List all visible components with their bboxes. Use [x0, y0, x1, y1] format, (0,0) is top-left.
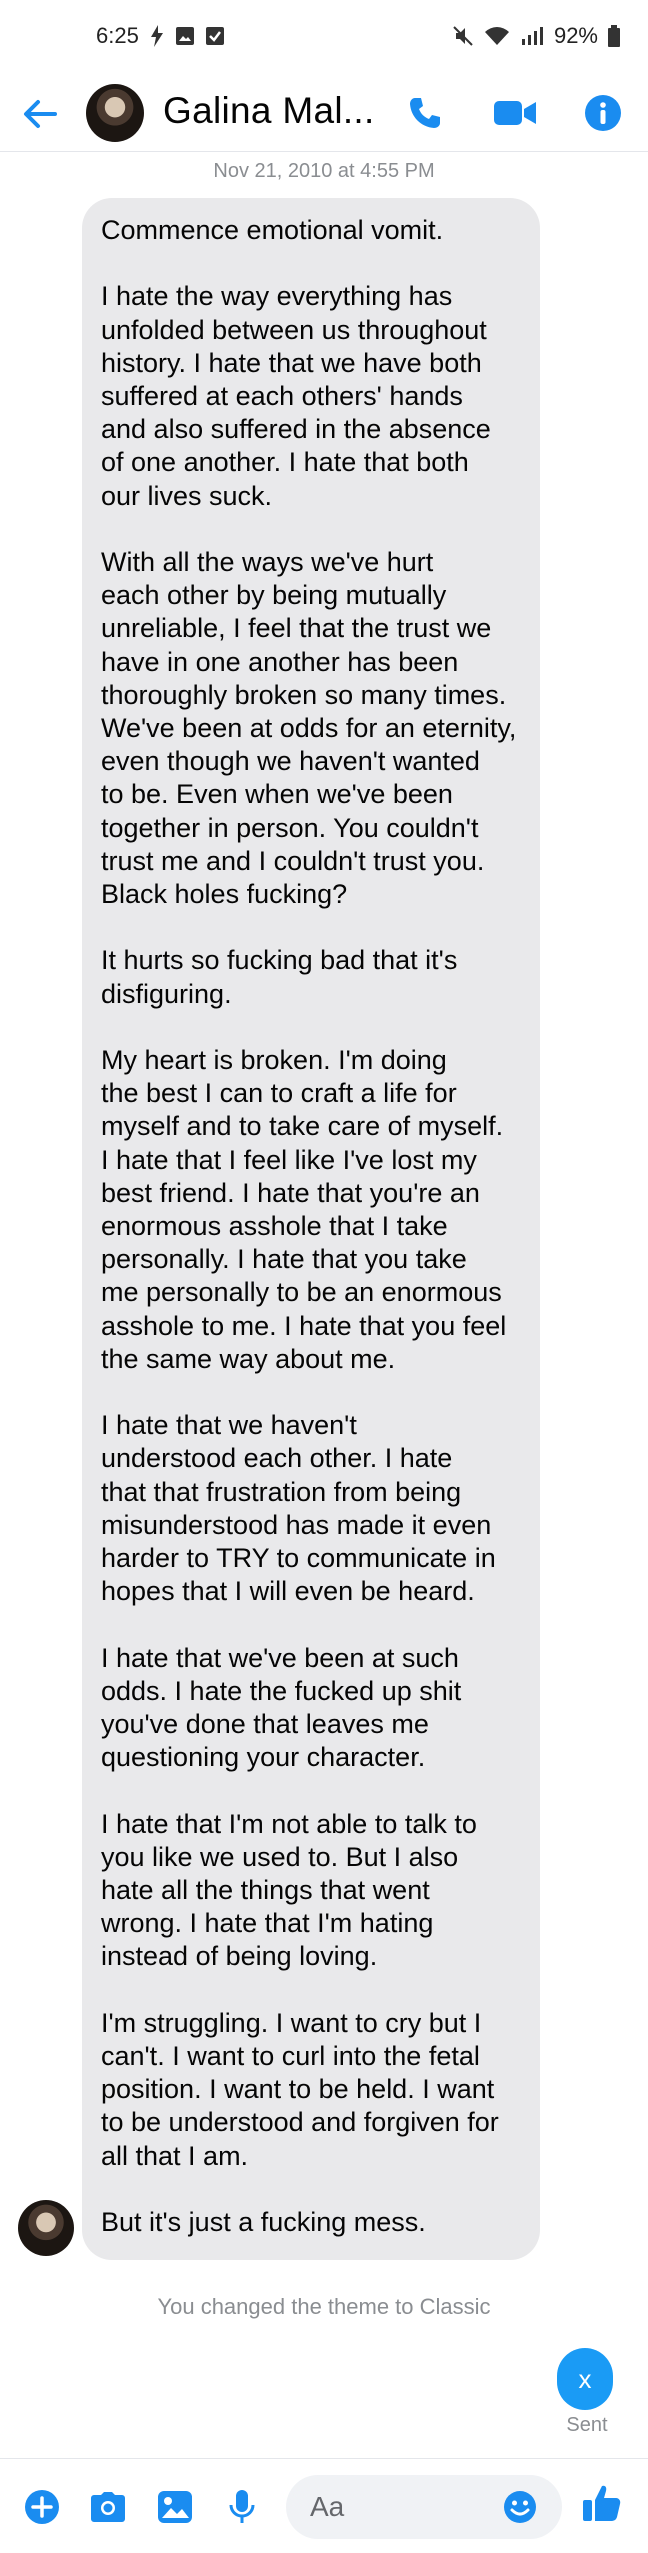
signal-icon: [520, 25, 544, 47]
message-composer: Aa: [0, 2458, 648, 2553]
mute-icon: [452, 25, 474, 47]
emoji-button[interactable]: [500, 2487, 540, 2527]
voice-clip-button[interactable]: [222, 2487, 262, 2527]
message-paragraph: I hate that I'm not able to talk to you …: [101, 1808, 477, 1972]
message-paragraph: I hate the way everything has unfolded b…: [101, 281, 491, 511]
video-call-button[interactable]: [492, 90, 538, 136]
thumbs-up-icon: [583, 2485, 621, 2521]
sent-message-text: x: [578, 2363, 592, 2394]
sender-avatar[interactable]: [18, 2200, 74, 2256]
message-input-placeholder: Aa: [310, 2491, 345, 2522]
sent-message-bubble[interactable]: x: [557, 2348, 613, 2410]
image-notification-icon: [175, 26, 195, 46]
back-arrow-icon: [24, 100, 57, 128]
message-paragraph: Commence emotional vomit.: [101, 215, 444, 245]
contact-name[interactable]: Galina Mal...: [163, 90, 375, 132]
message-paragraph: But it's just a fucking mess.: [101, 2207, 426, 2238]
received-message-bubble[interactable]: Commence emotional vomit. I hate the way…: [82, 198, 540, 2260]
info-icon: [585, 95, 621, 131]
conversation-info-button[interactable]: [580, 90, 626, 136]
more-actions-button[interactable]: [22, 2487, 62, 2527]
like-button[interactable]: [582, 2483, 622, 2523]
status-time: 6:25: [96, 23, 139, 48]
video-camera-icon: [494, 101, 536, 125]
message-paragraph: I'm struggling. I want to cry but I can'…: [101, 2007, 499, 2171]
check-box-icon: [205, 26, 225, 46]
conversation-header: Galina Mal...: [0, 72, 648, 152]
theme-change-notice: You changed the theme to Classic: [157, 2294, 491, 2319]
voice-call-button[interactable]: [402, 90, 448, 136]
message-paragraph: I hate that we've been at such odds. I h…: [101, 1642, 462, 1773]
add-circle-icon: [25, 2490, 59, 2524]
emoji-icon: [504, 2491, 536, 2523]
flash-icon: [149, 25, 165, 47]
message-paragraph: My heart is broken. I'm doing the best I…: [101, 1045, 507, 1374]
phone-icon: [410, 98, 440, 128]
status-bar: 6:25 92%: [0, 0, 648, 72]
microphone-icon: [229, 2490, 255, 2523]
gallery-button[interactable]: [155, 2487, 195, 2527]
message-paragraph: I hate that we haven't understood each o…: [101, 1410, 496, 1607]
back-button[interactable]: [20, 94, 60, 134]
contact-avatar[interactable]: [86, 84, 144, 142]
battery-icon: [608, 25, 620, 47]
gallery-icon: [158, 2491, 192, 2523]
message-paragraph: With all the ways we've hurt each other …: [101, 547, 517, 910]
message-timestamp: Nov 21, 2010 at 4:55 PM: [213, 160, 435, 182]
wifi-icon: [484, 25, 510, 47]
camera-icon: [91, 2492, 125, 2522]
camera-button[interactable]: [88, 2487, 128, 2527]
message-paragraph: It hurts so fucking bad that it's disfig…: [101, 945, 458, 1009]
sent-status: Sent: [566, 2414, 608, 2436]
battery-level: 92%: [553, 23, 598, 48]
